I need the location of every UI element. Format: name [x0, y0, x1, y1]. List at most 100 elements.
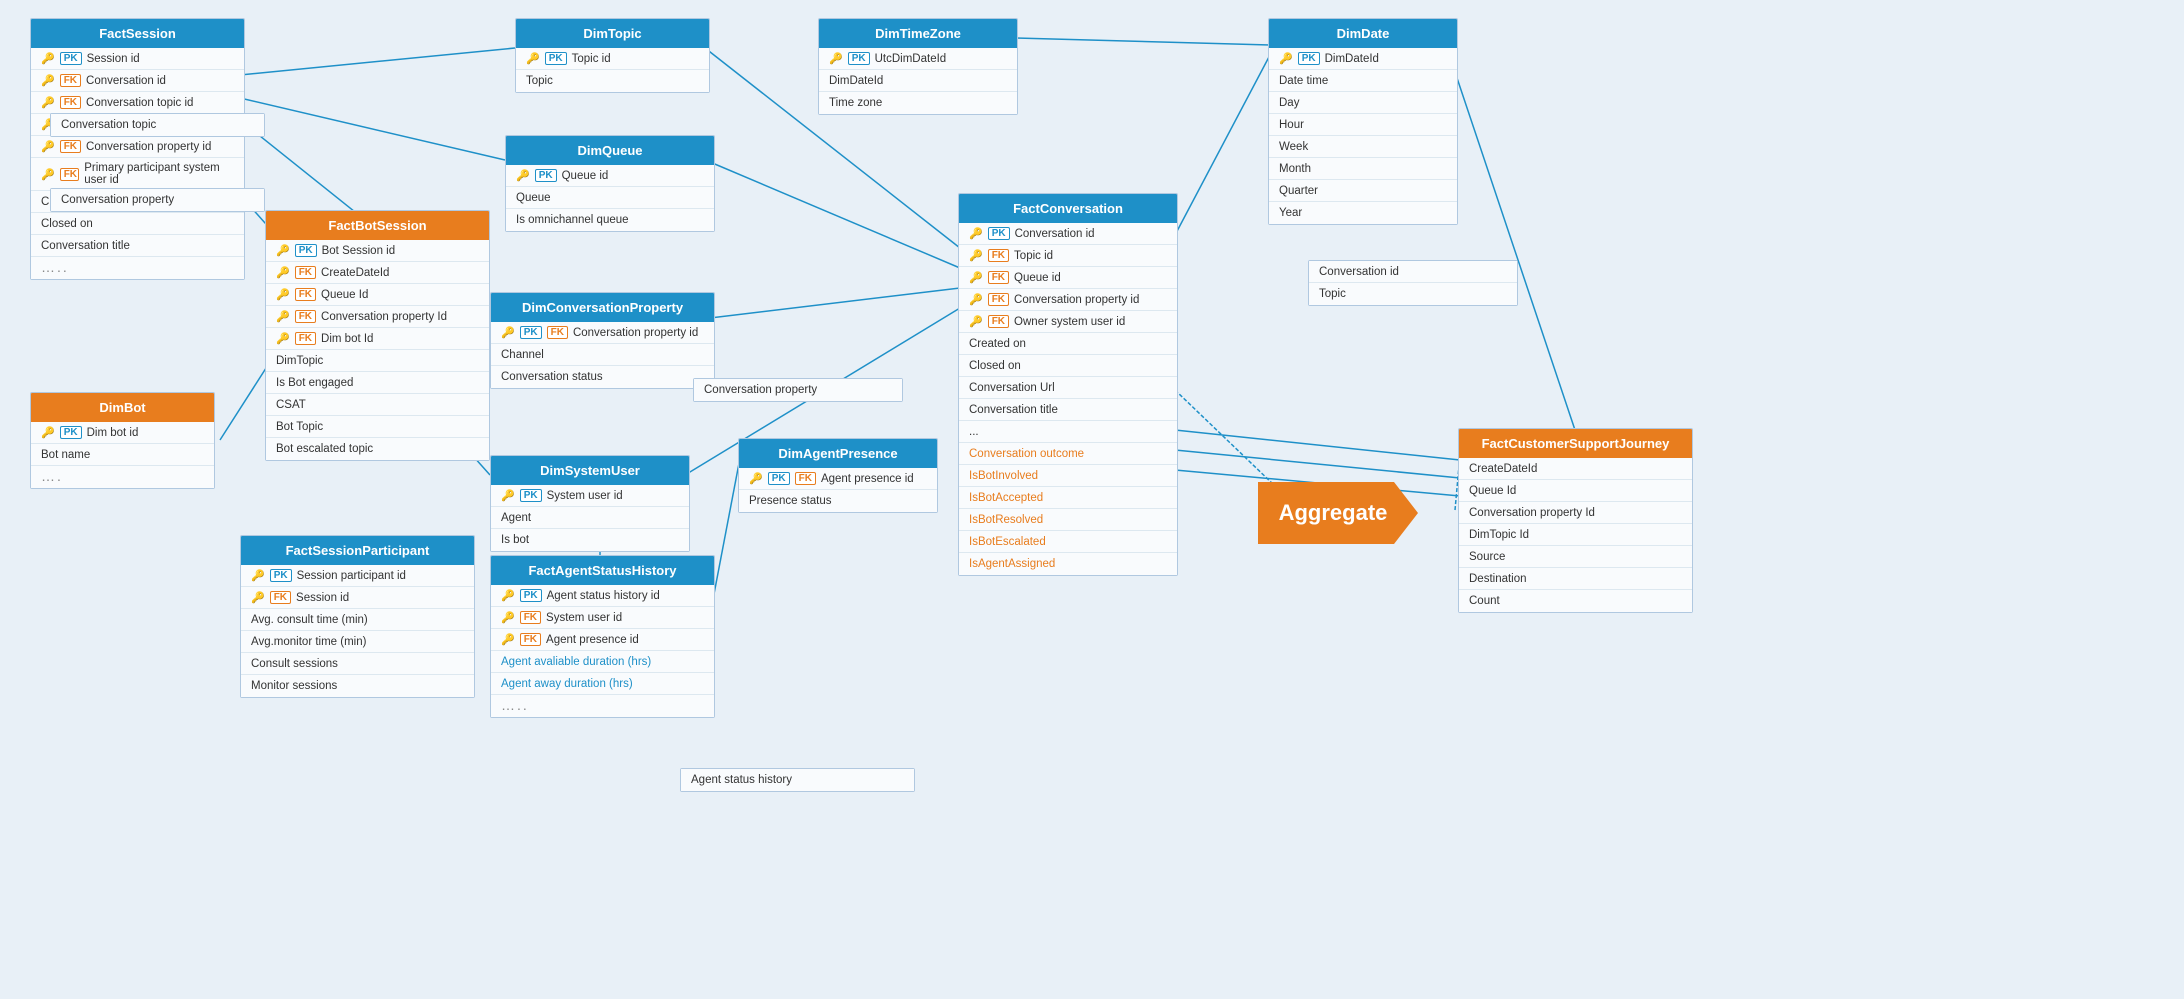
row-dim-bot-id-bot: 🔑 FK Dim bot Id: [266, 328, 489, 350]
row-date-time: Date time: [1269, 70, 1457, 92]
entity-dim-date: DimDate 🔑 PK DimDateId Date time Day Hou…: [1268, 18, 1458, 225]
row-queue-id-bot: 🔑 FK Queue Id: [266, 284, 489, 306]
row-agent-presence-id-ash: 🔑 FK Agent presence id: [491, 629, 714, 651]
key-icon-fk-fc3: 🔑: [969, 293, 983, 306]
entity-fact-session: FactSession 🔑 PK Session id 🔑 FK Convers…: [30, 18, 245, 280]
key-icon-fk-botsess3: 🔑: [276, 310, 290, 323]
row-week: Week: [1269, 136, 1457, 158]
key-icon-fk-sesspart: 🔑: [251, 591, 265, 604]
row-year: Year: [1269, 202, 1457, 224]
entity-conv-topic-label: Conversation topic: [50, 113, 265, 137]
row-dim-date-id: 🔑 PK DimDateId: [1269, 48, 1457, 70]
key-icon-fk4: 🔑: [41, 140, 55, 153]
row-system-user-id: 🔑 PK System user id: [491, 485, 689, 507]
row-fc-queue-id: 🔑 FK Queue id: [959, 267, 1177, 289]
key-icon-fk2: 🔑: [41, 96, 55, 109]
key-icon-pk-agentstat: 🔑: [501, 589, 515, 602]
entity-header-dim-queue: DimQueue: [506, 136, 714, 165]
row-csj-conv-prop-id: Conversation property Id: [1459, 502, 1692, 524]
key-icon-pk-sysuser: 🔑: [501, 489, 515, 502]
row-agent-status-hist-id: 🔑 PK Agent status history id: [491, 585, 714, 607]
row-conv-title: Conversation title: [31, 235, 244, 257]
row-month: Month: [1269, 158, 1457, 180]
key-icon-fk-agentstat1: 🔑: [501, 611, 515, 624]
key-icon-fk-agentstat2: 🔑: [501, 633, 515, 646]
entity-header-fact-session: FactSession: [31, 19, 244, 48]
entity-fact-session-participant: FactSessionParticipant 🔑 PK Session part…: [240, 535, 475, 698]
row-session-participant-id: 🔑 PK Session participant id: [241, 565, 474, 587]
row-topic: Topic: [516, 70, 709, 92]
entity-dim-timezone: DimTimeZone 🔑 PK UtcDimDateId DimDateId …: [818, 18, 1018, 115]
entity-dim-system-user: DimSystemUser 🔑 PK System user id Agent …: [490, 455, 690, 552]
row-conv-id-label: Conversation id: [1309, 261, 1517, 283]
entity-header-fact-session-participant: FactSessionParticipant: [241, 536, 474, 565]
row-conv-topic-id: 🔑 FK Conversation topic id: [31, 92, 244, 114]
row-queue: Queue: [506, 187, 714, 209]
entity-header-fact-csj: FactCustomerSupportJourney: [1459, 429, 1692, 458]
row-time-zone: Time zone: [819, 92, 1017, 114]
row-fc-is-agent-assigned: IsAgentAssigned: [959, 553, 1177, 575]
key-icon-pk-dimdate: 🔑: [1279, 52, 1293, 65]
key-icon-pk-queue: 🔑: [516, 169, 530, 182]
key-icon-pk-botsess: 🔑: [276, 244, 290, 257]
entity-fact-conversation: FactConversation 🔑 PK Conversation id 🔑 …: [958, 193, 1178, 576]
diagram-canvas: FactSession 🔑 PK Session id 🔑 FK Convers…: [0, 0, 2184, 999]
row-is-omnichannel: Is omnichannel queue: [506, 209, 714, 231]
entity-fact-bot-session: FactBotSession 🔑 PK Bot Session id 🔑 FK …: [265, 210, 490, 461]
row-conversation-id: 🔑 FK Conversation id: [31, 70, 244, 92]
row-avg-monitor: Avg.monitor time (min): [241, 631, 474, 653]
entity-header-dim-system-user: DimSystemUser: [491, 456, 689, 485]
row-agent-away-dur: Agent away duration (hrs): [491, 673, 714, 695]
key-icon-fk-fc1: 🔑: [969, 249, 983, 262]
row-fc-closed-on: Closed on: [959, 355, 1177, 377]
row-is-bot: Is bot: [491, 529, 689, 551]
row-create-date-id: 🔑 FK CreateDateId: [266, 262, 489, 284]
row-csj-dimtopic-id: DimTopic Id: [1459, 524, 1692, 546]
entity-header-dim-timezone: DimTimeZone: [819, 19, 1017, 48]
row-fc-conv-outcome: Conversation outcome: [959, 443, 1177, 465]
row-quarter: Quarter: [1269, 180, 1457, 202]
row-fc-dots: ...: [959, 421, 1177, 443]
key-icon-pk-agentpres: 🔑: [749, 472, 763, 485]
row-conv-prop-id: 🔑 FK Conversation property id: [31, 136, 244, 158]
row-session-id: 🔑 PK Session id: [31, 48, 244, 70]
entity-fact-customer-support-journey: FactCustomerSupportJourney CreateDateId …: [1458, 428, 1693, 613]
key-icon-pk: 🔑: [41, 52, 55, 65]
entity-header-dim-date: DimDate: [1269, 19, 1457, 48]
row-fc-is-bot-accepted: IsBotAccepted: [959, 487, 1177, 509]
row-avg-consult: Avg. consult time (min): [241, 609, 474, 631]
entity-agent-status-history-label: Agent status history: [680, 768, 915, 792]
entity-dim-conversation-property: DimConversationProperty 🔑 PK FK Conversa…: [490, 292, 715, 389]
row-csj-count: Count: [1459, 590, 1692, 612]
row-conv-prop-id-bot: 🔑 FK Conversation property Id: [266, 306, 489, 328]
row-hour: Hour: [1269, 114, 1457, 136]
entity-fact-agent-status-history: FactAgentStatusHistory 🔑 PK Agent status…: [490, 555, 715, 718]
row-topic-id: 🔑 PK Topic id: [516, 48, 709, 70]
key-icon-pk-convprop: 🔑: [501, 326, 515, 339]
row-fc-is-bot-escalated: IsBotEscalated: [959, 531, 1177, 553]
entity-header-fact-conversation: FactConversation: [959, 194, 1177, 223]
row-fc-conv-url: Conversation Url: [959, 377, 1177, 399]
entity-header-dim-topic: DimTopic: [516, 19, 709, 48]
entity-header-dim-bot: DimBot: [31, 393, 214, 422]
entity-dim-topic: DimTopic 🔑 PK Topic id Topic: [515, 18, 710, 93]
row-consult-sessions: Consult sessions: [241, 653, 474, 675]
entity-dim-queue: DimQueue 🔑 PK Queue id Queue Is omnichan…: [505, 135, 715, 232]
entity-conv-id-topic: Conversation id Topic: [1308, 260, 1518, 306]
entity-conv-property-middle: Conversation property: [693, 378, 903, 402]
row-conv-property-topleft-label: Conversation property: [51, 189, 264, 211]
row-dots-ash: …..: [491, 695, 714, 717]
row-utc-dim-date-id: 🔑 PK UtcDimDateId: [819, 48, 1017, 70]
row-fc-conv-title: Conversation title: [959, 399, 1177, 421]
row-day: Day: [1269, 92, 1457, 114]
row-dim-bot-id: 🔑 PK Dim bot id: [31, 422, 214, 444]
row-conv-prop-id-dim: 🔑 PK FK Conversation property id: [491, 322, 714, 344]
key-icon-pk-sesspart: 🔑: [251, 569, 265, 582]
key-icon-pk-bot: 🔑: [41, 426, 55, 439]
entity-conv-property-topleft: Conversation property: [50, 188, 265, 212]
row-dots-bot: ….: [31, 466, 214, 488]
key-icon-fk-botsess4: 🔑: [276, 332, 290, 345]
entity-header-dim-conv-prop: DimConversationProperty: [491, 293, 714, 322]
entity-header-fact-bot-session: FactBotSession: [266, 211, 489, 240]
row-csj-create-date-id: CreateDateId: [1459, 458, 1692, 480]
